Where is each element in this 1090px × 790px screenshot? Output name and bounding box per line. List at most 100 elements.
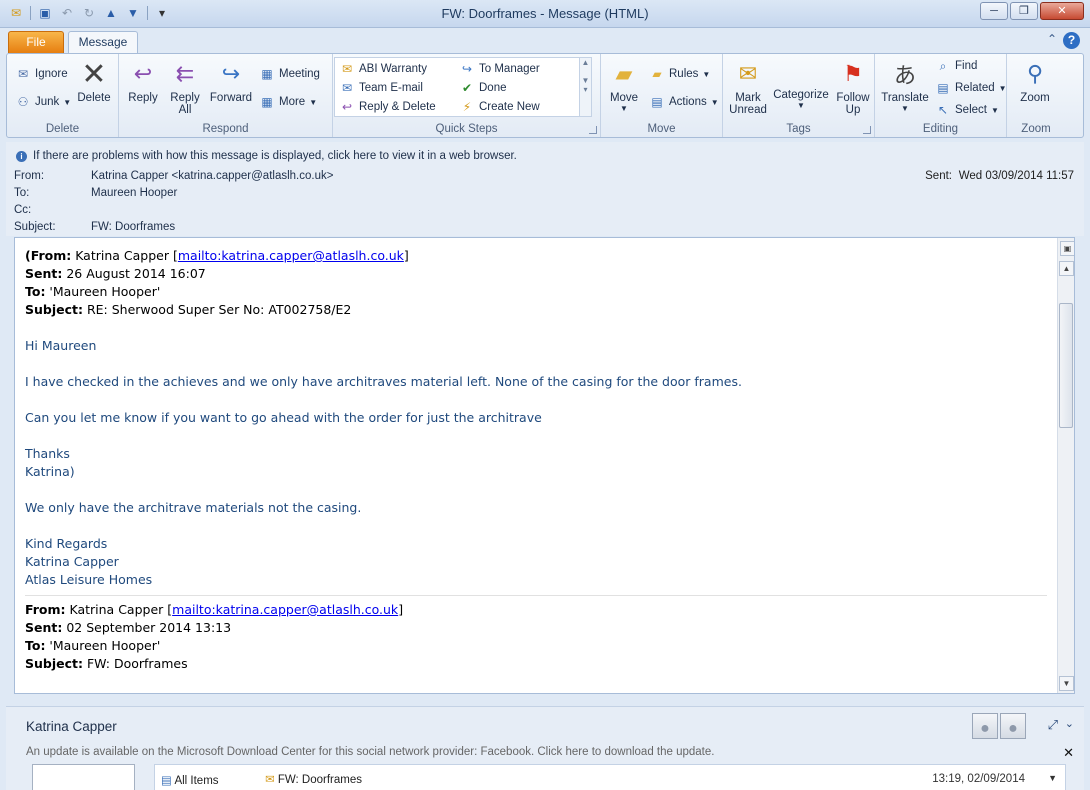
- quick-step-team-email[interactable]: ✉ Team E-mail: [339, 80, 423, 96]
- meeting-button[interactable]: ▦ Meeting: [259, 66, 320, 82]
- to-value[interactable]: Maureen Hooper: [91, 187, 177, 199]
- tab-message[interactable]: Message: [68, 31, 138, 54]
- junk-button[interactable]: ⚇ Junk ▼: [15, 94, 72, 110]
- maximize-button[interactable]: ❐: [1010, 2, 1038, 20]
- quick-step-reply-delete[interactable]: ↩ Reply & Delete: [339, 99, 436, 115]
- quoted-header-2-sent: Sent: 02 September 2014 13:13: [25, 619, 1055, 637]
- mark-unread-label-2: Unread: [729, 104, 767, 116]
- find-button[interactable]: ⌕ Find: [935, 58, 978, 74]
- related-icon: ▤: [937, 81, 949, 95]
- actions-label: Actions: [669, 96, 707, 108]
- translate-button[interactable]: あ Translate ▼: [879, 58, 931, 113]
- subject-label: Subject:: [14, 221, 56, 233]
- ribbon: ✉ Ignore ⚇ Junk ▼ ✕ Delete Delete ↩ Repl…: [6, 53, 1084, 138]
- follow-up-button[interactable]: ⚑ Follow Up: [833, 58, 873, 116]
- mailto-link[interactable]: mailto:katrina.capper@atlaslh.co.uk: [172, 602, 398, 617]
- quick-step-to-manager[interactable]: ↪ To Manager: [459, 61, 540, 77]
- related-button[interactable]: ▤ Related ▼: [935, 80, 1007, 96]
- quoted-from-end: ]: [398, 602, 404, 617]
- more-button[interactable]: ▦ More ▼: [259, 94, 317, 110]
- sent-value: Wed 03/09/2014 11:57: [958, 170, 1074, 182]
- people-pane: Katrina Capper ● ● ⤢ ⌄ An update is avai…: [6, 706, 1084, 790]
- vertical-scrollbar[interactable]: ▣ ▲ ▼: [1057, 238, 1074, 693]
- avatar-icon[interactable]: ●: [1000, 713, 1026, 739]
- expand-icon[interactable]: ⤢: [1048, 717, 1058, 733]
- quoted-sent-label: Sent:: [25, 266, 63, 281]
- tab-file[interactable]: File: [8, 31, 64, 53]
- quick-steps-dialog-launcher-icon[interactable]: [589, 126, 597, 134]
- mailto-link[interactable]: mailto:katrina.capper@atlaslh.co.uk: [178, 248, 404, 263]
- minimize-button[interactable]: ─: [980, 2, 1008, 20]
- all-items-tab[interactable]: ▤ All Items: [161, 773, 219, 787]
- tags-group-label: Tags: [786, 123, 811, 135]
- message-body[interactable]: (From: Katrina Capper [mailto:katrina.ca…: [14, 237, 1075, 694]
- ignore-label: Ignore: [35, 68, 68, 80]
- sent-label: Sent:: [925, 170, 952, 182]
- scroll-options-icon[interactable]: ▣: [1060, 241, 1074, 256]
- quick-steps-scroll[interactable]: ▲ ▼ ▾: [579, 58, 591, 116]
- close-button[interactable]: ✕: [1040, 2, 1084, 20]
- quoted-sent-label: Sent:: [25, 620, 63, 635]
- reply-icon: ↩: [133, 61, 153, 86]
- close-icon[interactable]: ✕: [1063, 745, 1074, 761]
- message-content: (From: Katrina Capper [mailto:katrina.ca…: [25, 247, 1055, 673]
- reply-button[interactable]: ↩ Reply: [125, 58, 161, 104]
- from-value[interactable]: Katrina Capper <katrina.capper@atlaslh.c…: [91, 170, 333, 182]
- junk-label: Junk: [35, 96, 60, 108]
- to-label: To:: [14, 187, 30, 199]
- chevron-down-icon: ▼: [620, 104, 628, 113]
- zoom-label: Zoom: [1020, 92, 1050, 104]
- quoted-header-1-sent: Sent: 26 August 2014 16:07: [25, 265, 1055, 283]
- quick-step-label: Create New: [479, 101, 540, 113]
- forward-button[interactable]: ↪ Forward: [209, 58, 253, 104]
- chevron-down-icon[interactable]: ▼: [1048, 773, 1057, 783]
- delete-button[interactable]: ✕ Delete: [75, 58, 113, 105]
- minimize-ribbon-icon[interactable]: ⌃: [1047, 32, 1057, 49]
- info-bar[interactable]: i If there are problems with how this me…: [16, 150, 517, 162]
- chevron-down-icon[interactable]: ⌄: [1065, 717, 1074, 730]
- activity-item-subject: FW: Doorframes: [277, 774, 362, 786]
- more-icon: ▦: [261, 95, 273, 109]
- rules-button[interactable]: ▰ Rules ▼: [649, 66, 710, 82]
- quick-step-create-new[interactable]: ⚡ Create New: [459, 99, 540, 115]
- quick-step-done[interactable]: ✔ Done: [459, 80, 507, 96]
- regards-name: Katrina Capper: [25, 554, 119, 569]
- reply-all-button[interactable]: ⇇ Reply All: [167, 58, 203, 116]
- ignore-button[interactable]: ✉ Ignore: [15, 66, 68, 82]
- editing-group-label: Editing: [922, 123, 959, 135]
- window-title: FW: Doorframes - Message (HTML): [441, 6, 649, 21]
- mark-unread-button[interactable]: ✉ Mark Unread: [727, 58, 769, 116]
- quoted-header-2-to: To: 'Maureen Hooper': [25, 637, 1055, 655]
- respond-group-label: Respond: [202, 123, 249, 135]
- zoom-button[interactable]: ⚲ Zoom: [1015, 58, 1055, 104]
- quick-step-mail-icon: ✉: [341, 62, 353, 76]
- activity-item[interactable]: ✉ FW: Doorframes: [265, 772, 362, 786]
- people-search-input[interactable]: [32, 764, 135, 790]
- categorize-button[interactable]: Categorize ▼: [773, 58, 829, 110]
- quote-divider: [25, 595, 1047, 596]
- scroll-down-icon[interactable]: ▼: [1059, 676, 1074, 691]
- cursor-icon: ↖: [937, 103, 949, 117]
- quoted-from-end: ]: [403, 248, 409, 263]
- scroll-up-icon[interactable]: ▲: [1059, 261, 1074, 276]
- move-group-label: Move: [647, 123, 676, 135]
- actions-button[interactable]: ▤ Actions ▼: [649, 94, 718, 110]
- quick-steps-group-label: Quick Steps: [435, 123, 498, 135]
- people-activity-list: ▤ All Items ✉ FW: Doorframes 13:19, 02/0…: [154, 764, 1066, 790]
- thanks-line: Thanks: [25, 446, 70, 461]
- update-message[interactable]: An update is available on the Microsoft …: [26, 746, 714, 758]
- activity-item-time: 13:19, 02/09/2014: [932, 773, 1025, 785]
- quick-step-reply-delete-icon: ↩: [341, 100, 353, 114]
- scroll-thumb[interactable]: [1059, 303, 1073, 428]
- chevron-down-icon: ▼: [998, 83, 1007, 93]
- quick-step-abi-warranty[interactable]: ✉ ABI Warranty: [339, 61, 427, 77]
- regards-line: Kind Regards: [25, 536, 108, 551]
- cc-label: Cc:: [14, 204, 32, 216]
- mail-icon: ✉: [265, 774, 275, 786]
- avatar-icon[interactable]: ●: [972, 713, 998, 739]
- help-icon[interactable]: ?: [1063, 32, 1080, 49]
- move-button[interactable]: ▰ Move ▼: [605, 58, 643, 113]
- ribbon-tab-controls: ⌃ ?: [1047, 32, 1080, 49]
- quoted-subject-label: Subject:: [25, 302, 83, 317]
- select-button[interactable]: ↖ Select ▼: [935, 102, 999, 118]
